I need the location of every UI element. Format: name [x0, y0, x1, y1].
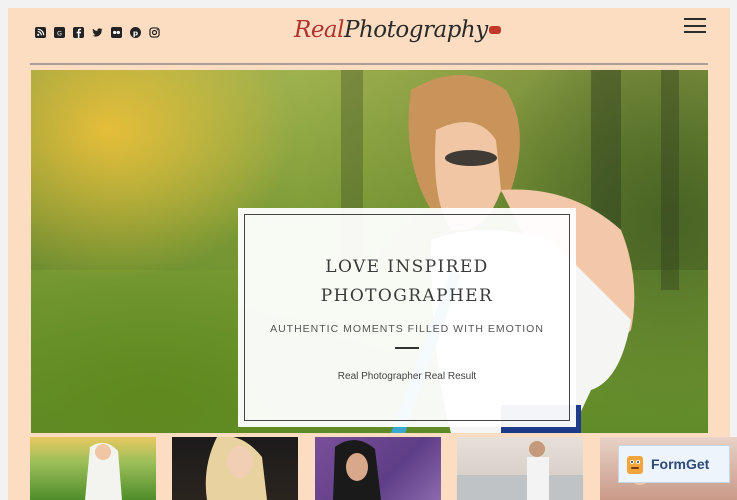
facebook-icon[interactable]	[72, 26, 85, 39]
flickr-icon[interactable]	[110, 26, 123, 39]
formget-watermark: FormGet	[618, 445, 730, 483]
thumbnail-2[interactable]	[172, 437, 298, 500]
social-links: G p	[34, 26, 161, 39]
hamburger-menu-icon[interactable]	[684, 18, 706, 33]
hero-divider	[395, 347, 419, 349]
instagram-icon[interactable]	[148, 26, 161, 39]
google-plus-icon[interactable]: G	[53, 26, 66, 39]
hero-card: LOVE INSPIRED PHOTOGRAPHER AUTHENTIC MOM…	[238, 208, 576, 427]
formget-text: FormGet	[651, 456, 710, 472]
hero-tagline: Real Photographer Real Result	[337, 371, 477, 382]
rss-icon[interactable]	[34, 26, 47, 39]
site-logo[interactable]: Real Photography	[294, 14, 501, 54]
svg-text:p: p	[133, 28, 138, 37]
svg-text:G: G	[57, 29, 62, 37]
header-divider	[30, 63, 708, 65]
formget-logo-icon	[627, 456, 643, 474]
hero-banner: LOVE INSPIRED PHOTOGRAPHER AUTHENTIC MOM…	[31, 70, 708, 433]
hero-card-frame: LOVE INSPIRED PHOTOGRAPHER AUTHENTIC MOM…	[244, 214, 570, 421]
hero-subtitle: AUTHENTIC MOMENTS FILLED WITH EMOTION	[270, 323, 544, 335]
twitter-icon[interactable]	[91, 26, 104, 39]
hero-title: LOVE INSPIRED PHOTOGRAPHER	[320, 257, 494, 306]
logo-real-text: Real	[294, 17, 345, 43]
logo-badge-icon	[488, 26, 501, 34]
thumbnail-3[interactable]	[315, 437, 441, 500]
thumbnail-1[interactable]	[30, 437, 156, 500]
pinterest-icon[interactable]: p	[129, 26, 142, 39]
logo-photography-text: Photography	[344, 17, 488, 43]
thumbnail-4[interactable]	[457, 437, 583, 500]
